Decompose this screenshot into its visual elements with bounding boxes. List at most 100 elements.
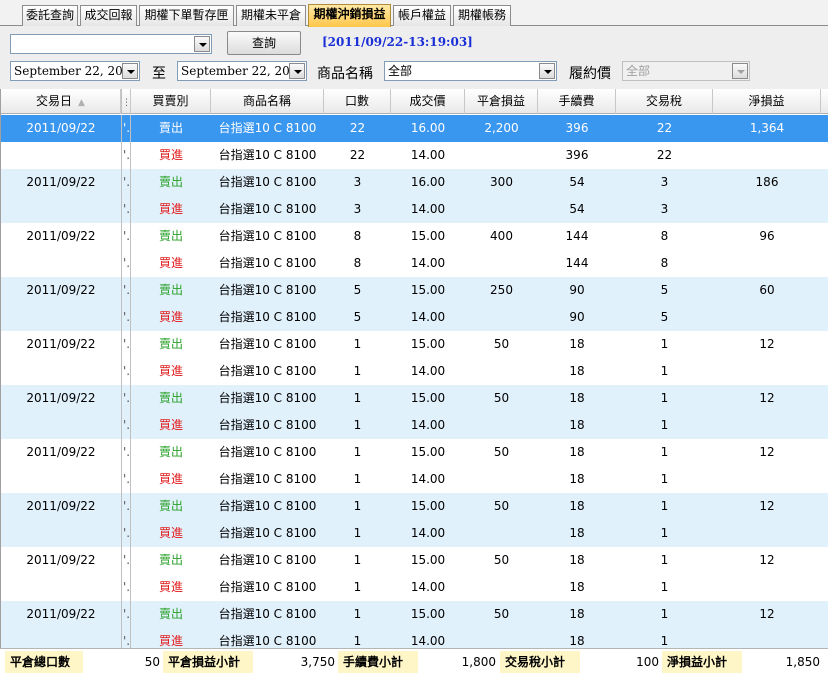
table-row[interactable]: 2011/09/22 '. 賣出 台指選10 C 8100 1 15.00 50 18 1 12 <box>1 385 828 412</box>
cell-lots: 3 <box>353 202 362 216</box>
cell-trade-date <box>1 304 121 331</box>
cell-side: 買進 <box>158 634 183 648</box>
col-header-fee[interactable]: 手續費 <box>538 89 616 114</box>
product-select-value: 全部 <box>388 64 413 78</box>
cell-side: 買進 <box>158 202 183 216</box>
cell-lots: 5 <box>353 310 362 324</box>
cell-lots: 1 <box>353 418 362 432</box>
table-row[interactable]: '. 買進 台指選10 C 8100 1 14.00 18 1 <box>1 358 828 385</box>
query-button[interactable]: 查詢 <box>227 31 301 55</box>
table-row[interactable]: '. 買進 台指選10 C 8100 5 14.00 90 5 <box>1 304 828 331</box>
cell-net-pnl: 12 <box>759 499 775 513</box>
product-select[interactable]: 全部 <box>384 61 557 81</box>
tab-order-staging[interactable]: 期權下單暫存匣 <box>139 5 234 26</box>
cell-side: 賣出 <box>158 229 183 243</box>
tab-order-query[interactable]: 委託查詢 <box>22 5 78 26</box>
col-header-trade-date[interactable]: 交易日 ▲ <box>1 89 121 114</box>
cell-tax: 1 <box>660 580 669 594</box>
total-lots-value: 50 <box>144 655 160 669</box>
col-header-product[interactable]: 商品名稱 <box>211 89 324 114</box>
dropdown-arrow-icon[interactable] <box>289 63 305 79</box>
cell-fee: 18 <box>569 472 585 486</box>
net-subtotal-value: 1,850 <box>785 655 820 669</box>
tab-account-ledger[interactable]: 期權帳務 <box>453 5 511 26</box>
cell-lots: 22 <box>349 121 366 135</box>
table-row[interactable]: 2011/09/22 '. 賣出 台指選10 C 8100 22 16.00 2,200 39… <box>1 115 828 142</box>
cell-product: 台指選10 C 8100 <box>218 148 317 162</box>
cell-side: 賣出 <box>158 391 183 405</box>
table-row[interactable]: '. 買進 台指選10 C 8100 3 14.00 54 3 <box>1 196 828 223</box>
cell-tax: 3 <box>660 175 669 189</box>
cell-tax: 22 <box>656 148 673 162</box>
cell-side: 賣出 <box>158 337 183 351</box>
date-to-select[interactable]: September 22, 2011 <box>177 61 307 81</box>
table-row[interactable]: 2011/09/22 '. 賣出 台指選10 C 8100 8 15.00 400 144 8 9… <box>1 223 828 250</box>
cell-side: 賣出 <box>158 175 183 189</box>
table-row[interactable]: '. 買進 台指選10 C 8100 22 14.00 396 22 <box>1 142 828 169</box>
cell-close-pnl: 50 <box>493 445 510 459</box>
table-row[interactable]: '. 買進 台指選10 C 8100 8 14.00 144 8 <box>1 250 828 277</box>
table-row[interactable]: '. 買進 台指選10 C 8100 1 14.00 18 1 <box>1 520 828 547</box>
cell-product: 台指選10 C 8100 <box>218 418 317 432</box>
cell-product: 台指選10 C 8100 <box>218 283 317 297</box>
col-header-close-pnl[interactable]: 平倉損益 <box>465 89 538 114</box>
tab-offset-pnl[interactable]: 期權沖銷損益 <box>308 4 391 27</box>
cell-fee: 90 <box>569 310 585 324</box>
col-header-side[interactable]: 買賣別 <box>131 89 211 114</box>
table-row[interactable]: 2011/09/22 '. 賣出 台指選10 C 8100 3 16.00 300 54 3 18… <box>1 169 828 196</box>
tab-open-positions[interactable]: 期權未平倉 <box>236 5 306 26</box>
cell-trade-date: 2011/09/22 <box>26 607 96 621</box>
cell-close-pnl: 50 <box>493 499 510 513</box>
cell-product: 台指選10 C 8100 <box>218 445 317 459</box>
account-select[interactable] <box>10 34 212 54</box>
table-row[interactable]: 2011/09/22 '. 賣出 台指選10 C 8100 1 15.00 50 18 1 12 <box>1 331 828 358</box>
table-row[interactable]: '. 買進 台指選10 C 8100 1 14.00 18 1 <box>1 466 828 493</box>
cell-fee: 54 <box>569 202 585 216</box>
table-row[interactable]: '. 買進 台指選10 C 8100 1 14.00 18 1 <box>1 412 828 439</box>
table-row[interactable]: 2011/09/22 '. 賣出 台指選10 C 8100 1 15.00 50 18 1 12 <box>1 493 828 520</box>
date-to-value: September 22, 2011 <box>181 64 306 78</box>
table-row[interactable]: 2011/09/22 '. 賣出 台指選10 C 8100 1 15.00 50 18 1 12 <box>1 547 828 574</box>
cell-side: 買進 <box>158 526 183 540</box>
cell-net-pnl: 1,364 <box>749 121 785 135</box>
col-header-tax[interactable]: 交易稅 <box>616 89 713 114</box>
cell-side: 買進 <box>158 418 183 432</box>
cell-fee: 18 <box>569 499 585 513</box>
cell-net-pnl <box>713 250 821 277</box>
table-row[interactable]: 2011/09/22 '. 賣出 台指選10 C 8100 1 15.00 50 18 1 12 <box>1 601 828 628</box>
tax-subtotal-value: 100 <box>636 655 659 669</box>
cell-price: 16.00 <box>410 121 446 135</box>
cell-side: 買進 <box>158 256 183 270</box>
cell-lots: 1 <box>353 553 362 567</box>
tab-fill-report[interactable]: 成交回報 <box>80 5 137 26</box>
cell-close-pnl: 250 <box>490 283 513 297</box>
cell-tax: 1 <box>660 391 669 405</box>
sort-ascending-icon: ▲ <box>78 98 85 108</box>
cell-narrow: '. <box>121 169 131 196</box>
dropdown-arrow-icon[interactable] <box>194 36 210 52</box>
table-header: 交易日 ▲ ⋮ 買賣別 商品名稱 口數 成交價 平倉損益 手續費 交易稅 淨損益 <box>1 89 828 114</box>
col-header-price[interactable]: 成交價 <box>391 89 465 114</box>
col-header-lots[interactable]: 口數 <box>324 89 391 114</box>
tab-account-equity[interactable]: 帳戶權益 <box>393 5 451 26</box>
cell-trade-date <box>1 574 121 601</box>
table-row[interactable]: '. 買進 台指選10 C 8100 1 14.00 18 1 <box>1 574 828 601</box>
table-row[interactable]: 2011/09/22 '. 賣出 台指選10 C 8100 5 15.00 250 90 5 60 <box>1 277 828 304</box>
date-from-select[interactable]: September 22, 2011 <box>10 61 140 81</box>
dropdown-arrow-icon[interactable] <box>539 63 555 79</box>
cell-narrow: '. <box>121 466 131 493</box>
strike-select[interactable]: 全部 <box>622 61 750 81</box>
cell-narrow: '. <box>121 547 131 574</box>
dropdown-arrow-icon[interactable] <box>122 63 138 79</box>
cell-narrow: '. <box>121 385 131 412</box>
cell-side: 賣出 <box>158 283 183 297</box>
col-header-narrow[interactable]: ⋮ <box>121 89 131 114</box>
cell-fee: 18 <box>569 634 585 648</box>
cell-lots: 22 <box>349 148 366 162</box>
cell-lots: 1 <box>353 364 362 378</box>
col-header-net-pnl[interactable]: 淨損益 <box>713 89 821 114</box>
table-row[interactable]: '. 買進 台指選10 C 8100 1 14.00 18 1 <box>1 628 828 648</box>
table-row[interactable]: 2011/09/22 '. 賣出 台指選10 C 8100 1 15.00 50 18 1 12 <box>1 439 828 466</box>
cell-trade-date <box>1 358 121 385</box>
cell-lots: 1 <box>353 391 362 405</box>
